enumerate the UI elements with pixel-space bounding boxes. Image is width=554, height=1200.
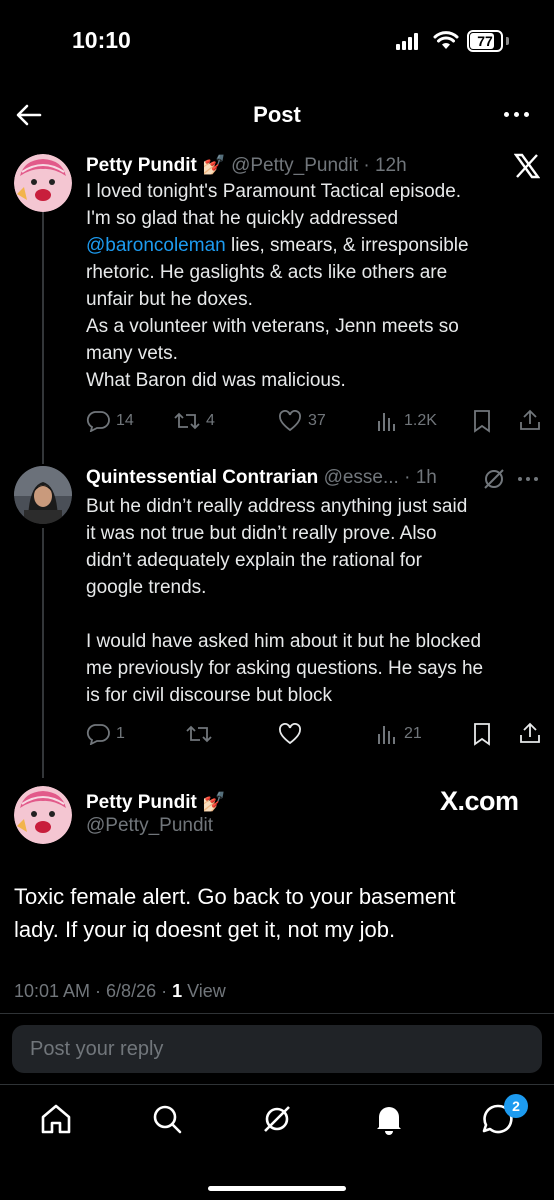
mention-link[interactable]: @baroncoleman (86, 235, 226, 256)
thread-connector (42, 212, 44, 464)
home-icon[interactable] (34, 1097, 78, 1141)
analytics-icon (378, 726, 395, 744)
analytics-icon (378, 413, 395, 431)
post-line: me previously for asking questions. He s… (86, 658, 484, 679)
post-line: didn’t adequately explain the rational f… (86, 550, 422, 571)
author-name[interactable]: Petty Pundit (86, 792, 197, 813)
reply-box[interactable] (12, 1025, 542, 1073)
more-dots-icon[interactable] (516, 471, 540, 487)
post-actions: 1 21 (86, 721, 546, 747)
view-count: 21 (404, 725, 422, 742)
more-dots-icon[interactable] (502, 102, 532, 128)
post-line: @baroncoleman lies, smears, & irresponsi… (86, 232, 536, 259)
post-line: is for civil discourse but block (86, 685, 333, 706)
post-view-label: View (182, 981, 226, 1001)
author-name[interactable]: Quintessential Contrarian (86, 467, 318, 488)
cellular-signal-icon (396, 32, 422, 50)
tab-bar (0, 1085, 554, 1200)
grok-icon[interactable] (255, 1097, 299, 1141)
repost-icon (174, 412, 200, 430)
author-handle-time: @Petty_Pundit · 12h (231, 155, 407, 176)
post-line-rest: lies, smears, & irresponsible (225, 235, 469, 256)
messages-badge: 2 (504, 1094, 528, 1118)
reply-icon (86, 724, 110, 745)
like-count: 37 (308, 412, 326, 429)
home-indicator (208, 1186, 346, 1191)
bookmark-icon[interactable] (472, 722, 492, 746)
author-name[interactable]: Petty Pundit (86, 155, 197, 176)
nail-polish-emoji: 💅🏻 (202, 155, 226, 176)
battery-level: 77 (477, 33, 493, 49)
reply-button[interactable]: 1 (86, 721, 125, 747)
like-button[interactable]: 37 (278, 408, 326, 434)
post-text: I loved tonight's Paramount Tactical epi… (86, 178, 536, 394)
bookmark-icon[interactable] (472, 409, 492, 433)
post-line: I would have asked him about it but he b… (86, 631, 482, 652)
reply-count: 14 (116, 412, 134, 429)
post-author-row: Petty Pundit 💅🏻 (86, 790, 226, 814)
post-line: I'm so glad that he quickly addressed (86, 208, 399, 229)
author-handle-time: @esse... · 1h (323, 467, 437, 488)
post-line: it was not true but didn’t really prove.… (86, 523, 437, 544)
post-text: But he didn’t really address anything ju… (86, 493, 541, 709)
share-icon[interactable] (518, 408, 542, 432)
page-title: Post (253, 102, 301, 127)
repost-icon (186, 725, 212, 743)
post-view-count: 1 (172, 981, 183, 1001)
post-line: many vets. (86, 343, 178, 364)
reply-icon (86, 411, 110, 432)
post-line: lady. If your iq doesnt get it, not my j… (14, 917, 396, 942)
view-count: 1.2K (404, 412, 437, 429)
post-line: But he didn’t really address anything ju… (86, 496, 468, 517)
avatar[interactable] (14, 786, 72, 844)
post-author-row: Quintessential Contrarian @esse... · 1h (86, 467, 437, 489)
post-meta: 10:01 AM · 6/8/26 · 1 View (14, 981, 226, 1002)
search-icon[interactable] (145, 1097, 189, 1141)
battery-tip (506, 37, 509, 45)
repost-button[interactable]: 4 (174, 408, 215, 434)
post-text: Toxic female alert. Go back to your base… (14, 880, 534, 946)
source-label: X.com (440, 786, 519, 816)
post-author-row: Petty Pundit 💅🏻 @Petty_Pundit · 12h (86, 153, 407, 177)
post-line: I loved tonight's Paramount Tactical epi… (86, 181, 462, 202)
nail-polish-emoji: 💅🏻 (202, 792, 226, 813)
heart-icon (279, 723, 301, 745)
notifications-icon[interactable] (367, 1097, 411, 1141)
views-button[interactable]: 1.2K (376, 408, 437, 434)
post-header: Post (0, 90, 554, 140)
avatar[interactable] (14, 154, 72, 212)
like-button[interactable] (278, 721, 308, 747)
post-line: rhetoric. He gaslights & acts like other… (86, 262, 448, 283)
heart-icon (279, 410, 301, 432)
post-timestamp: 10:01 AM · 6/8/26 · (14, 981, 173, 1001)
share-icon[interactable] (518, 721, 542, 745)
reply-count: 1 (116, 725, 125, 742)
post-line: As a volunteer with veterans, Jenn meets… (86, 316, 459, 337)
status-bar: 10:10 77 (0, 0, 554, 80)
x-logo-icon (514, 153, 540, 179)
wifi-icon (433, 31, 459, 49)
avatar[interactable] (14, 466, 72, 524)
post-line: What Baron did was malicious. (86, 370, 346, 391)
thread-connector (42, 528, 44, 778)
post-actions: 14 4 37 1.2K (86, 408, 546, 434)
reply-input[interactable] (12, 1025, 542, 1073)
post-line: unfair but he doxes. (86, 289, 253, 310)
post-line (86, 601, 541, 628)
views-button[interactable]: 21 (376, 721, 422, 747)
author-handle[interactable]: @Petty_Pundit (86, 815, 213, 837)
reply-button[interactable]: 14 (86, 408, 134, 434)
post-line: google trends. (86, 577, 207, 598)
status-time: 10:10 (72, 27, 131, 53)
divider (0, 1013, 554, 1014)
repost-count: 4 (206, 412, 215, 429)
grok-icon[interactable] (482, 467, 506, 491)
repost-button[interactable] (186, 721, 218, 747)
battery-icon: 77 (467, 30, 503, 52)
post-line: Toxic female alert. Go back to your base… (14, 884, 456, 909)
